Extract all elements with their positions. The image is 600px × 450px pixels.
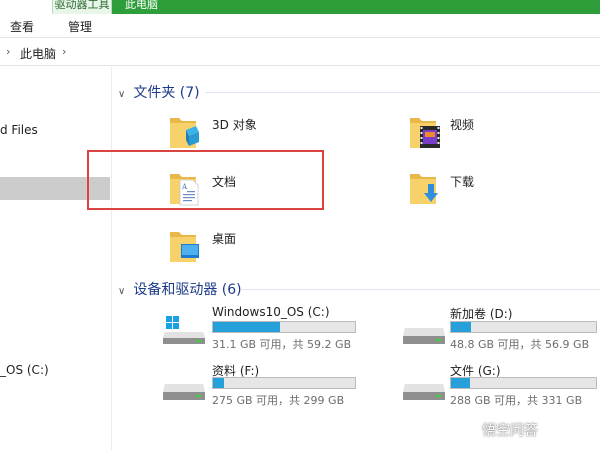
drive-usage-fill xyxy=(451,322,472,332)
windows-drive-icon[interactable] xyxy=(162,316,206,346)
drive-usage-fill xyxy=(213,378,225,388)
nav-item-os-drive[interactable]: _OS (C:) xyxy=(0,363,49,377)
drive-name-d[interactable]: 新加卷 (D:) xyxy=(450,305,512,322)
drive-free-space-d: 48.8 GB 可用，共 56.9 GB xyxy=(450,338,590,351)
drive-usage-fill xyxy=(213,322,280,332)
downloads-folder-icon[interactable] xyxy=(408,166,440,206)
section-divider xyxy=(240,289,600,290)
folder-label-3d-objects[interactable]: 3D 对象 xyxy=(212,116,257,133)
ribbon-tabs: 查看 管理 xyxy=(0,14,600,38)
videos-folder-icon[interactable] xyxy=(408,110,440,150)
desktop-folder-icon[interactable] xyxy=(168,224,200,264)
chevron-right-icon[interactable]: › xyxy=(62,45,66,58)
chevron-down-icon[interactable]: ∨ xyxy=(118,286,125,297)
tab-manage[interactable]: 管理 xyxy=(68,18,92,35)
3d-objects-folder-icon[interactable] xyxy=(168,110,200,150)
speech-bubble-icon xyxy=(463,422,479,437)
folder-label-desktop[interactable]: 桌面 xyxy=(212,230,236,247)
chevron-right-icon[interactable]: › xyxy=(6,45,10,58)
hard-drive-icon[interactable] xyxy=(402,378,446,408)
watermark: 悟空问答 xyxy=(482,423,538,439)
folder-label-videos[interactable]: 视频 xyxy=(450,116,474,133)
breadcrumb-this-pc[interactable]: 此电脑 xyxy=(20,45,56,62)
navigation-pane: d Files _OS (C:) xyxy=(0,67,112,450)
drive-free-space-g: 288 GB 可用，共 331 GB xyxy=(450,394,583,407)
address-bar[interactable]: › 此电脑 › xyxy=(0,40,600,66)
context-title-strip xyxy=(112,0,600,14)
chevron-down-icon[interactable]: ∨ xyxy=(118,89,125,100)
drive-usage-bar-f xyxy=(212,377,356,389)
window-title: 此电脑 xyxy=(125,0,158,11)
tab-view[interactable]: 查看 xyxy=(10,18,34,35)
hard-drive-icon[interactable] xyxy=(162,378,206,408)
drive-free-space-c: 31.1 GB 可用，共 59.2 GB xyxy=(212,338,352,351)
hard-drive-icon[interactable] xyxy=(402,322,446,352)
drive-usage-bar-d xyxy=(450,321,597,333)
drive-usage-bar-g xyxy=(450,377,597,389)
drive-free-space-f: 275 GB 可用，共 299 GB xyxy=(212,394,345,407)
nav-item-program-files[interactable]: d Files xyxy=(0,123,38,137)
drive-tools-label: 驱动器工具 xyxy=(54,0,110,11)
section-divider xyxy=(205,92,600,93)
highlight-box xyxy=(87,150,324,210)
section-header-folders[interactable]: ∨ 文件夹 (7) xyxy=(118,82,200,102)
drive-tools-context-tab[interactable]: 驱动器工具 xyxy=(52,0,112,14)
section-header-drives[interactable]: ∨ 设备和驱动器 (6) xyxy=(118,279,242,299)
drive-usage-bar-c xyxy=(212,321,356,333)
folder-label-downloads[interactable]: 下载 xyxy=(450,173,474,190)
drive-name-c[interactable]: Windows10_OS (C:) xyxy=(212,305,330,319)
drive-usage-fill xyxy=(451,378,470,388)
